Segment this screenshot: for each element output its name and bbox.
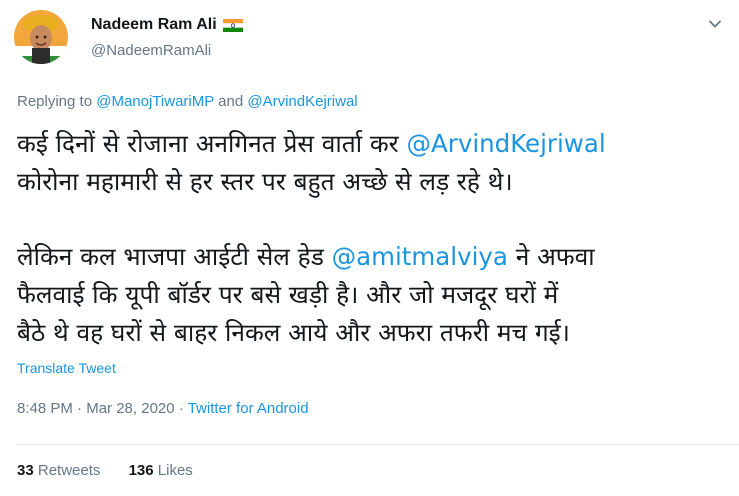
meta-separator: · <box>77 400 83 417</box>
tweet-source-link[interactable]: Twitter for Android <box>188 400 309 417</box>
tweet-text: कई दिनों से रोजाना अनगिनत प्रेस वार्ता क… <box>17 125 727 352</box>
replying-label: Replying to <box>17 93 93 110</box>
likes-stat[interactable]: 136 Likes <box>129 462 193 479</box>
tweet-line-2: कोरोना महामारी से हर स्तर पर बहुत अच्छे … <box>17 167 513 196</box>
india-flag-icon <box>222 18 243 32</box>
divider <box>17 444 739 445</box>
tweet-meta: 8:48 PM · Mar 28, 2020 · Twitter for And… <box>17 400 309 417</box>
display-name[interactable]: Nadeem Ram Ali <box>91 16 217 34</box>
tweet-mention-arvind[interactable]: @ArvindKejriwal <box>406 129 605 158</box>
tweet-stats: 33 Retweets 136 Likes <box>17 462 217 479</box>
tweet-line-3: लेकिन कल भाजपा आईटी सेल हेड @amitmalviya… <box>17 238 727 276</box>
tweet-mention-amit[interactable]: @amitmalviya <box>332 242 508 271</box>
avatar-image <box>14 10 68 64</box>
user-handle[interactable]: @NadeemRamAli <box>91 42 211 59</box>
tweet-line-4: फैलवाई कि यूपी बॉर्डर पर बसे खड़ी है। और… <box>17 280 559 309</box>
tweet-card: Nadeem Ram Ali @NadeemRamAli Replying to… <box>0 0 739 496</box>
tweet-time[interactable]: 8:48 PM <box>17 400 73 417</box>
replying-to: Replying to @ManojTiwariMP and @ArvindKe… <box>17 93 358 110</box>
retweets-label: Retweets <box>37 462 101 479</box>
translate-tweet-link[interactable]: Translate Tweet <box>17 360 116 376</box>
retweets-count: 33 <box>17 462 34 479</box>
tweet-line-5: बैठे थे वह घरों से बाहर निकल आये और अफरा… <box>17 318 570 347</box>
avatar[interactable] <box>14 10 68 64</box>
tweet-date[interactable]: Mar 28, 2020 <box>86 400 174 417</box>
reply-mention-arvind[interactable]: @ArvindKejriwal <box>247 93 357 110</box>
tweet-line-3-after: ने अफवा <box>507 242 595 271</box>
name-row: Nadeem Ram Ali <box>91 16 243 34</box>
chevron-down-icon[interactable] <box>707 16 723 32</box>
reply-mention-manoj[interactable]: @ManojTiwariMP <box>96 93 214 110</box>
likes-count: 136 <box>128 462 154 479</box>
tweet-line-1-text: कई दिनों से रोजाना अनगिनत प्रेस वार्ता क… <box>17 129 407 158</box>
replying-conjunction: and <box>218 93 244 110</box>
likes-label: Likes <box>157 462 193 479</box>
meta-separator-2: · <box>178 400 184 417</box>
tweet-line-1: कई दिनों से रोजाना अनगिनत प्रेस वार्ता क… <box>17 125 727 163</box>
retweets-stat[interactable]: 33 Retweets <box>17 462 100 479</box>
tweet-line-3-text: लेकिन कल भाजपा आईटी सेल हेड <box>17 242 332 271</box>
